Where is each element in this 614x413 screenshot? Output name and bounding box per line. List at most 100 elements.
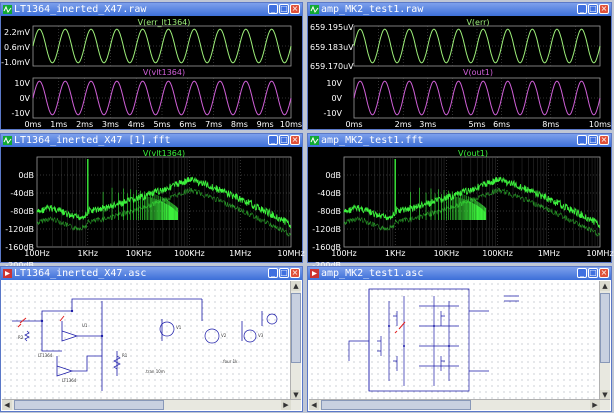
trace-title-out1[interactable]: V(out1) bbox=[463, 68, 493, 77]
voltage-source-v2 bbox=[204, 328, 220, 344]
x-tick: 6ms bbox=[493, 120, 511, 129]
titlebar-lt1364-asc[interactable]: LT1364_inerted_X47.asc _ □ × bbox=[1, 267, 302, 280]
x-tick: 10MHz bbox=[586, 249, 614, 258]
minimize-button[interactable]: _ bbox=[577, 4, 587, 14]
fft-plot-pane[interactable]: V(out1) 0dB-40dB-80dB-120dB-160dB-200dB … bbox=[308, 147, 614, 270]
waveform-app-icon bbox=[310, 136, 319, 145]
horizontal-scrollbar[interactable]: ◀ ▶ bbox=[309, 399, 610, 410]
trace-err-lt1364 bbox=[32, 28, 292, 64]
waveform-app-icon bbox=[3, 136, 12, 145]
waveform-plot-pane[interactable]: V(err) 659.195uV 659.183uV 659.170uV V(o… bbox=[308, 16, 611, 129]
x-tick: 100Hz bbox=[331, 249, 357, 258]
maximize-button[interactable]: □ bbox=[279, 268, 289, 278]
y-tick: 0V bbox=[19, 94, 30, 103]
close-button[interactable]: × bbox=[290, 4, 300, 14]
x-tick: 1MHz bbox=[229, 249, 252, 258]
maximize-button[interactable]: □ bbox=[279, 4, 289, 14]
trace-title-err[interactable]: V(err) bbox=[466, 18, 489, 27]
close-button[interactable]: × bbox=[290, 268, 300, 278]
trace-title-err[interactable]: V(err_lt1364) bbox=[138, 18, 191, 27]
minimize-button[interactable]: _ bbox=[268, 268, 278, 278]
window-amp-fft[interactable]: amp_MK2_test1.fft _ □ × V(out1) 0dB -40dB… bbox=[307, 133, 614, 270]
plot-frame bbox=[36, 156, 292, 248]
x-tick: 3ms bbox=[101, 120, 119, 129]
window-amp-schematic[interactable]: amp_MK2_test1.asc _ □ × ▲ ▼ ◀ ▶ bbox=[307, 266, 612, 412]
maximize-button[interactable]: □ bbox=[588, 4, 598, 14]
waveform-chart[interactable] bbox=[308, 16, 611, 129]
label-part: LT1364 bbox=[62, 378, 77, 383]
trace-title-vlt1364[interactable]: V(vlt1364) bbox=[143, 149, 185, 158]
y-tick: -10V bbox=[323, 109, 342, 118]
schematic-canvas[interactable] bbox=[309, 281, 610, 410]
x-tick: 0ms bbox=[345, 120, 363, 129]
vertical-scrollbar[interactable]: ▲ ▼ bbox=[599, 281, 610, 400]
y-tick: -40dB bbox=[317, 189, 341, 198]
x-tick: 100Hz bbox=[24, 249, 50, 258]
vertical-scrollbar[interactable]: ▲ ▼ bbox=[290, 281, 301, 400]
x-tick: 100KHz bbox=[174, 249, 205, 258]
close-button[interactable]: × bbox=[599, 4, 609, 14]
window-title: amp_MK2_test1.asc bbox=[321, 268, 424, 279]
y-tick: -40dB bbox=[10, 189, 34, 198]
scroll-left-arrow-icon[interactable]: ◀ bbox=[2, 400, 12, 410]
scroll-up-arrow-icon[interactable]: ▲ bbox=[291, 281, 301, 291]
scroll-up-arrow-icon[interactable]: ▲ bbox=[600, 281, 610, 291]
minimize-button[interactable]: _ bbox=[577, 268, 587, 278]
scroll-thumb[interactable] bbox=[291, 293, 301, 363]
scroll-thumb[interactable] bbox=[600, 293, 610, 363]
schematic-canvas[interactable]: U1 LT1364 LT1364 R1 R2 V1 V2 V3 .tran 10… bbox=[2, 281, 301, 410]
titlebar-amp-raw[interactable]: amp_MK2_test1.raw _ □ × bbox=[308, 3, 611, 16]
trace-title-vlt1364[interactable]: V(vlt1364) bbox=[143, 68, 185, 77]
maximize-button[interactable]: □ bbox=[588, 268, 598, 278]
x-tick: 100KHz bbox=[482, 249, 513, 258]
waveform-plot-pane[interactable]: V(err_lt1364) 2.2mV 0.6mV -1.0mV V(vlt13… bbox=[1, 16, 302, 129]
titlebar-amp-fft[interactable]: amp_MK2_test1.fft _ □ × bbox=[308, 134, 611, 147]
x-tick: 10KHz bbox=[433, 249, 460, 258]
maximize-button[interactable]: □ bbox=[588, 135, 598, 145]
maximize-button[interactable]: □ bbox=[279, 135, 289, 145]
label-part: LT1364 bbox=[38, 353, 53, 358]
y-tick: -10V bbox=[11, 109, 30, 118]
minimize-button[interactable]: _ bbox=[268, 4, 278, 14]
label-v1: V1 bbox=[176, 325, 182, 330]
x-tick: 8ms bbox=[230, 120, 248, 129]
x-tick: 2ms bbox=[394, 120, 412, 129]
window-lt1364-raw[interactable]: LT1364_inerted_X47.raw _ □ × V(err_lt136… bbox=[0, 2, 303, 130]
schematic-app-icon bbox=[3, 269, 12, 278]
window-lt1364-schematic[interactable]: LT1364_inerted_X47.asc _ □ × U1 LT1364 L… bbox=[0, 266, 303, 412]
schematic-drawing[interactable] bbox=[2, 281, 292, 402]
trace-title-out1[interactable]: V(out1) bbox=[458, 149, 488, 158]
x-tick: 3ms bbox=[419, 120, 437, 129]
window-lt1364-fft[interactable]: LT1364_inerted_X47 [1].fft _ □ × V(vlt13… bbox=[0, 133, 305, 270]
x-tick: 7ms bbox=[205, 120, 223, 129]
scroll-thumb[interactable] bbox=[321, 400, 471, 410]
fft-plot-pane[interactable]: V(vlt1364) 0dB-40dB-80dB-120dB-160dB-200… bbox=[1, 147, 304, 270]
label-r1: R1 bbox=[122, 353, 128, 358]
window-amp-raw[interactable]: amp_MK2_test1.raw _ □ × V(err) 659.195uV… bbox=[307, 2, 612, 130]
close-button[interactable]: × bbox=[599, 268, 609, 278]
titlebar-lt1364-fft[interactable]: LT1364_inerted_X47 [1].fft _ □ × bbox=[1, 134, 302, 147]
scroll-right-arrow-icon[interactable]: ▶ bbox=[281, 400, 291, 410]
titlebar-amp-asc[interactable]: amp_MK2_test1.asc _ □ × bbox=[308, 267, 611, 280]
minimize-button[interactable]: _ bbox=[268, 135, 278, 145]
directive-tran: .tran 10m bbox=[145, 369, 165, 374]
resistor-r2 bbox=[24, 330, 30, 342]
close-button[interactable]: × bbox=[599, 135, 609, 145]
label-u1: U1 bbox=[82, 323, 88, 328]
y-tick: 0dB bbox=[18, 171, 34, 180]
scroll-left-arrow-icon[interactable]: ◀ bbox=[309, 400, 319, 410]
directive-four: .four 1k bbox=[222, 359, 238, 364]
titlebar-lt1364-raw[interactable]: LT1364_inerted_X47.raw _ □ × bbox=[1, 3, 302, 16]
close-button[interactable]: × bbox=[290, 135, 300, 145]
y-tick: 2.2mV bbox=[4, 28, 30, 37]
scroll-thumb[interactable] bbox=[14, 400, 164, 410]
horizontal-scrollbar[interactable]: ◀ ▶ bbox=[2, 399, 301, 410]
x-tick: 1ms bbox=[50, 120, 68, 129]
fft-chart[interactable] bbox=[1, 147, 302, 262]
scroll-right-arrow-icon[interactable]: ▶ bbox=[590, 400, 600, 410]
x-tick: 1KHz bbox=[77, 249, 99, 258]
fft-chart[interactable] bbox=[308, 147, 611, 262]
y-tick: -80dB bbox=[317, 207, 341, 216]
minimize-button[interactable]: _ bbox=[577, 135, 587, 145]
schematic-drawing[interactable] bbox=[309, 281, 599, 402]
